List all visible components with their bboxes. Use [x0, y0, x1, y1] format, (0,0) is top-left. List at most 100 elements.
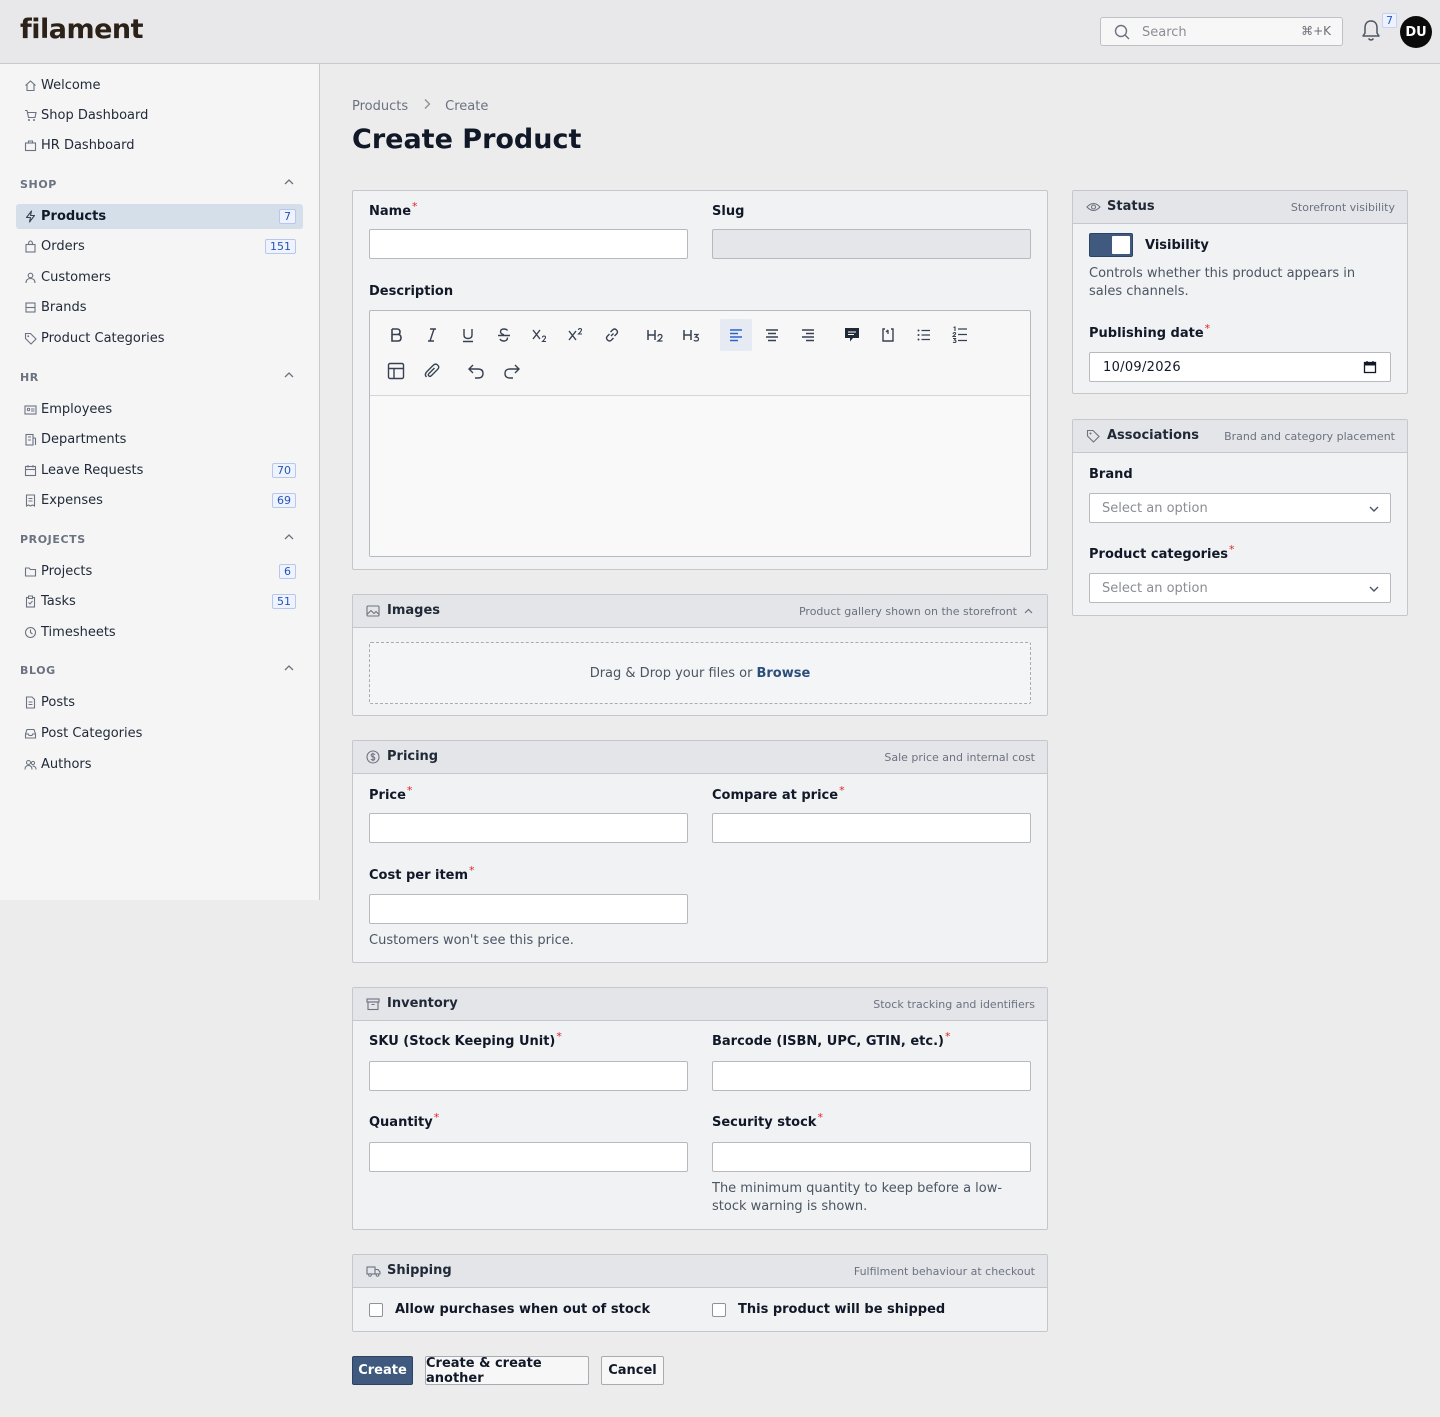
tag-icon [23, 332, 37, 346]
link-icon[interactable] [600, 323, 624, 347]
archive-box-icon [366, 998, 380, 1011]
name-input[interactable] [369, 229, 688, 259]
bold-icon[interactable] [384, 323, 408, 347]
cost-hint: Customers won't see this price. [369, 933, 574, 948]
brand-select[interactable]: Select an option [1089, 493, 1391, 523]
sidebar-item-brands[interactable]: Brands [16, 295, 303, 320]
product-details-card: Name* Slug Description [352, 190, 1048, 570]
calendar-icon[interactable] [1363, 360, 1377, 374]
visibility-toggle[interactable] [1089, 233, 1133, 257]
backorder-label[interactable]: Allow purchases when out of stock [395, 1302, 650, 1317]
visibility-hint: Controls whether this product appears in… [1089, 266, 1356, 299]
sidebar-item-label: Post Categories [41, 726, 143, 741]
app-logo[interactable]: filament [20, 14, 144, 45]
quantity-input[interactable] [369, 1142, 688, 1172]
cube-icon [23, 301, 37, 315]
heading-2-icon[interactable] [644, 323, 668, 347]
count-badge: 6 [279, 564, 296, 579]
notifications-bell-icon[interactable] [1360, 19, 1382, 43]
sidebar-item-projects[interactable]: Projects 6 [16, 559, 303, 584]
chevron-up-icon[interactable] [283, 531, 295, 543]
chevron-up-icon[interactable] [283, 662, 295, 674]
sidebar-item-leave-requests[interactable]: Leave Requests 70 [16, 458, 303, 483]
cancel-button[interactable]: Cancel [601, 1356, 664, 1385]
global-search[interactable]: Search ⌘+K [1100, 17, 1343, 46]
sidebar-item-timesheets[interactable]: Timesheets [16, 620, 303, 645]
shipping-card-description: Fulfilment behaviour at checkout [853, 1265, 1035, 1278]
chevron-up-icon[interactable] [283, 369, 295, 381]
strikethrough-icon[interactable] [492, 323, 516, 347]
ordered-list-icon[interactable] [948, 323, 972, 347]
blockquote-icon[interactable] [840, 323, 864, 347]
sidebar-item-welcome[interactable]: Welcome [16, 73, 303, 98]
cost-input[interactable] [369, 894, 688, 924]
redo-icon[interactable] [500, 359, 524, 383]
subscript-icon[interactable] [528, 323, 552, 347]
sidebar-item-tasks[interactable]: Tasks 51 [16, 589, 303, 614]
sku-input[interactable] [369, 1061, 688, 1091]
inventory-card-title: Inventory [387, 996, 458, 1011]
barcode-input[interactable] [712, 1061, 1031, 1091]
align-right-icon[interactable] [796, 323, 820, 347]
create-button[interactable]: Create [352, 1356, 413, 1385]
count-badge: 70 [272, 463, 296, 478]
undo-icon[interactable] [464, 359, 488, 383]
pricing-card: Pricing Sale price and internal cost Pri… [352, 740, 1048, 963]
sidebar-item-label: Leave Requests [41, 463, 144, 478]
barcode-label: Barcode (ISBN, UPC, GTIN, etc.)* [712, 1030, 951, 1049]
sidebar-item-products[interactable]: Products 7 [16, 204, 303, 229]
sidebar-item-post-categories[interactable]: Post Categories [16, 721, 303, 746]
sidebar-item-customers[interactable]: Customers [16, 265, 303, 290]
breadcrumb-parent[interactable]: Products [352, 99, 408, 114]
user-avatar[interactable]: DU [1400, 16, 1432, 48]
heading-3-icon[interactable] [680, 323, 704, 347]
italic-icon[interactable] [420, 323, 444, 347]
sidebar-item-orders[interactable]: Orders 151 [16, 234, 303, 259]
security-stock-input[interactable] [712, 1142, 1031, 1172]
description-content-area[interactable] [370, 397, 1030, 556]
brand-select-placeholder: Select an option [1102, 501, 1208, 516]
sidebar-item-product-categories[interactable]: Product Categories [16, 326, 303, 351]
sidebar-item-expenses[interactable]: Expenses 69 [16, 488, 303, 513]
code-block-icon[interactable] [876, 323, 900, 347]
description-editor [369, 310, 1031, 557]
cart-icon [23, 109, 37, 123]
sidebar-item-label: Expenses [41, 493, 103, 508]
sidebar-item-employees[interactable]: Employees [16, 397, 303, 422]
sidebar-item-authors[interactable]: Authors [16, 752, 303, 777]
attachment-icon[interactable] [420, 359, 444, 383]
search-placeholder: Search [1142, 25, 1187, 40]
cost-label: Cost per item* [369, 864, 475, 883]
security-stock-label: Security stock* [712, 1111, 823, 1130]
create-another-button[interactable]: Create & create another [425, 1356, 589, 1386]
home-icon [23, 79, 37, 93]
browse-link[interactable]: Browse [756, 666, 810, 681]
receipt-icon [23, 494, 37, 508]
shipped-checkbox[interactable] [712, 1303, 726, 1317]
sidebar-item-label: HR Dashboard [41, 138, 135, 153]
shipping-card: Shipping Fulfilment behaviour at checkou… [352, 1254, 1048, 1332]
backorder-checkbox[interactable] [369, 1303, 383, 1317]
price-input[interactable] [369, 813, 688, 843]
chevron-up-icon[interactable] [1024, 607, 1033, 615]
align-center-icon[interactable] [760, 323, 784, 347]
sidebar-item-departments[interactable]: Departments [16, 427, 303, 452]
folder-icon [23, 565, 37, 579]
document-icon [23, 696, 37, 710]
shipped-label[interactable]: This product will be shipped [738, 1302, 945, 1317]
align-left-icon[interactable] [720, 319, 752, 351]
superscript-icon[interactable] [564, 323, 588, 347]
toggle-knob [1112, 236, 1130, 254]
publishing-date-input[interactable]: 10/09/2026 [1089, 352, 1391, 382]
images-card-header[interactable]: Images Product gallery shown on the stor… [353, 595, 1047, 628]
table-icon[interactable] [384, 359, 408, 383]
underline-icon[interactable] [456, 323, 480, 347]
sidebar-item-hr-dashboard[interactable]: HR Dashboard [16, 133, 303, 158]
sidebar-item-shop-dashboard[interactable]: Shop Dashboard [16, 103, 303, 128]
categories-select[interactable]: Select an option [1089, 573, 1391, 603]
chevron-up-icon[interactable] [283, 176, 295, 188]
sidebar-item-posts[interactable]: Posts [16, 690, 303, 715]
compare-price-input[interactable] [712, 813, 1031, 843]
bullet-list-icon[interactable] [912, 323, 936, 347]
image-dropzone[interactable]: Drag & Drop your files or Browse [369, 642, 1031, 704]
